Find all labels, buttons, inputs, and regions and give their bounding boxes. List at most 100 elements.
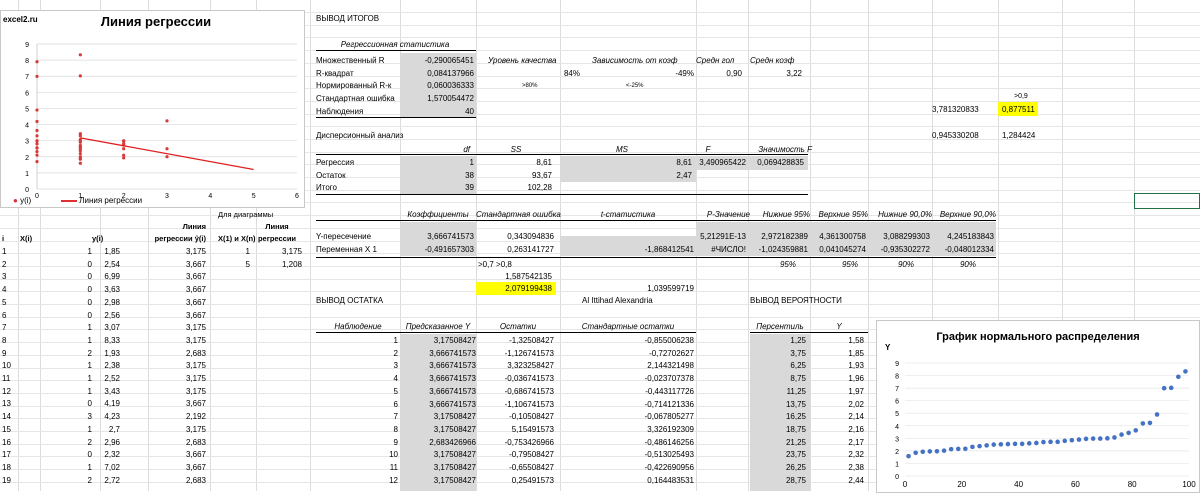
chart2-ytick: 3 — [895, 436, 899, 443]
left-table-cell: 3,175 — [185, 424, 206, 434]
diagram-header: Для диаграммы — [218, 210, 274, 219]
percentile-cell: 21,25 — [785, 437, 806, 447]
coef-header: Нижние 90,0% — [878, 210, 932, 219]
probability-y-cell: 2,32 — [848, 450, 864, 460]
left-table-cell: 3,175 — [185, 335, 206, 345]
percentile-cell: 13,75 — [785, 399, 806, 409]
diag-x: 5 — [245, 259, 250, 269]
legend-line-label: Линия регрессии — [79, 196, 143, 205]
chart2-xtick: 80 — [1128, 480, 1137, 489]
chart1-point — [35, 108, 39, 112]
chart2-xtick: 100 — [1182, 480, 1196, 489]
anova-cell: 0,069428835 — [757, 158, 804, 167]
left-table-cell: 3,667 — [185, 399, 206, 409]
anova-header: df — [463, 145, 470, 154]
residual-cell: -0,067805277 — [644, 412, 694, 422]
anova-cell: 8,61 — [676, 158, 692, 167]
residual-cell: 6 — [393, 399, 398, 409]
residual-cell: -0,10508427 — [509, 412, 554, 422]
left-table-cell: 3,175 — [185, 374, 206, 383]
left-table-cell: 0 — [87, 272, 92, 282]
left-table-cell: 1 — [87, 323, 92, 333]
percentile-cell: 23,75 — [785, 450, 806, 460]
chart2-point — [1055, 439, 1060, 445]
coef-cell: -0,935302272 — [880, 244, 930, 254]
left-table-cell: 4,23 — [104, 412, 120, 422]
coef-cell: -1,868412541 — [644, 244, 694, 254]
probability-y-cell: 1,85 — [848, 348, 864, 358]
left-table-cell: 3,43 — [104, 386, 120, 396]
reg-stat-label: Нормированный R-к — [316, 81, 392, 91]
chart1-point — [78, 161, 82, 165]
left-table-cell: 14 — [2, 412, 11, 422]
header-regr-line1: Линия — [182, 222, 206, 231]
chart1-ytick: 1 — [25, 171, 29, 178]
chart1-xtick: 4 — [208, 193, 212, 200]
chart2-point — [1019, 441, 1025, 447]
left-table-cell: 3,63 — [104, 285, 120, 295]
coef-cell: 5,21291E-13 — [700, 232, 746, 241]
left-table-cell: 2,98 — [104, 297, 120, 307]
chart1-xtick: 5 — [252, 193, 256, 200]
anova-header: MS — [616, 145, 628, 154]
chart2-point — [1012, 441, 1018, 447]
chart2-point — [1097, 436, 1103, 441]
left-table-cell: 2,38 — [104, 361, 120, 371]
residual-cell: 3,17508427 — [433, 424, 476, 434]
residual-cell: 3,326192309 — [647, 424, 694, 434]
reg-stat-label: Наблюдения — [316, 106, 364, 116]
probability-header: Y — [836, 322, 842, 331]
residual-cell: -0,513025493 — [644, 450, 694, 460]
selected-cell[interactable] — [1134, 193, 1200, 209]
residual-cell: -0,72702627 — [649, 348, 694, 358]
diag-x: 1 — [245, 247, 250, 256]
chart2-point — [1126, 430, 1131, 436]
chart1-point — [122, 156, 126, 160]
left-table-cell: 1 — [87, 424, 92, 434]
residual-cell: -0,855006238 — [644, 336, 694, 345]
regression-chart[interactable]: excel2.ru Линия регрессии 98765432100123… — [0, 10, 305, 208]
left-table-cell: 2,32 — [104, 450, 120, 460]
left-table-cell: 2,683 — [185, 348, 206, 358]
anova-cell: 1 — [469, 158, 474, 167]
left-table-cell: 0 — [87, 450, 92, 460]
side-b2: 0,877511 — [1002, 105, 1035, 114]
chart1-point — [78, 74, 82, 78]
chart2-ytick: 9 — [895, 361, 899, 368]
residual-cell: 8 — [393, 424, 398, 434]
anova-cell: Итого — [316, 183, 337, 193]
chart2-point — [1154, 412, 1160, 417]
left-col-header: y(i) — [92, 234, 104, 243]
summary-title: ВЫВОД ИТОГОВ — [316, 14, 380, 23]
chart1-point — [35, 60, 39, 64]
left-table-cell: 4,19 — [104, 399, 120, 409]
percentile-cell: 6,25 — [790, 361, 806, 371]
residual-cell: 3,323258427 — [507, 361, 554, 371]
residual-cell: 3,17508427 — [433, 412, 476, 422]
chart1-point — [35, 119, 39, 124]
diag-y: 1,208 — [281, 259, 302, 269]
coef-pct: 90% — [959, 260, 976, 269]
anova-cell: Регрессия — [316, 158, 355, 167]
left-table-cell: 2,683 — [185, 437, 206, 447]
side-c1: 0,945330208 — [932, 131, 979, 140]
left-table-cell: 2,54 — [104, 259, 120, 269]
reg-stat-value: 1,570054472 — [427, 94, 474, 104]
anova-header: SS — [510, 145, 522, 154]
left-table-cell: 3,175 — [185, 247, 206, 256]
probability-y-cell: 2,44 — [848, 475, 864, 485]
coef-header: t-статистика — [600, 210, 656, 219]
coef-header: Коэффициенты — [407, 210, 469, 219]
chart2-point — [1005, 441, 1011, 447]
residual-cell: 3,17508427 — [433, 336, 476, 345]
reg-stats-header: Регрессионная статистика — [340, 40, 450, 49]
residual-cell: -0,443117726 — [645, 386, 694, 396]
normal-probability-chart[interactable]: График нормального распределения Y 98765… — [876, 320, 1200, 493]
quality-header: Средн коэф — [750, 56, 795, 65]
quality-header: Средн гол — [696, 56, 735, 65]
chart2-point — [955, 446, 961, 452]
residual-cell: 3,17508427 — [433, 450, 476, 460]
chart1-point — [165, 147, 169, 151]
left-table-cell: 1 — [87, 335, 92, 345]
coef-header: Нижние 95% — [762, 210, 810, 219]
